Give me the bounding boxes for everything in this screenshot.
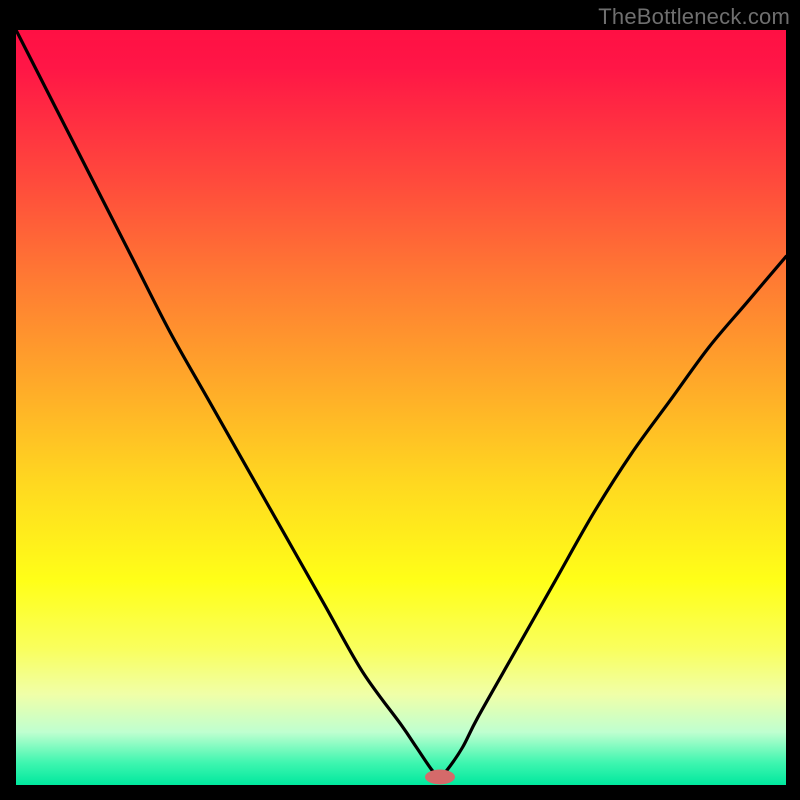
- chart-frame: TheBottleneck.com: [0, 0, 800, 800]
- bottleneck-curve: [16, 30, 786, 777]
- plot-area: [16, 30, 786, 785]
- optimal-point-marker: [425, 770, 455, 785]
- curve-layer: [16, 30, 786, 785]
- watermark-text: TheBottleneck.com: [598, 4, 790, 30]
